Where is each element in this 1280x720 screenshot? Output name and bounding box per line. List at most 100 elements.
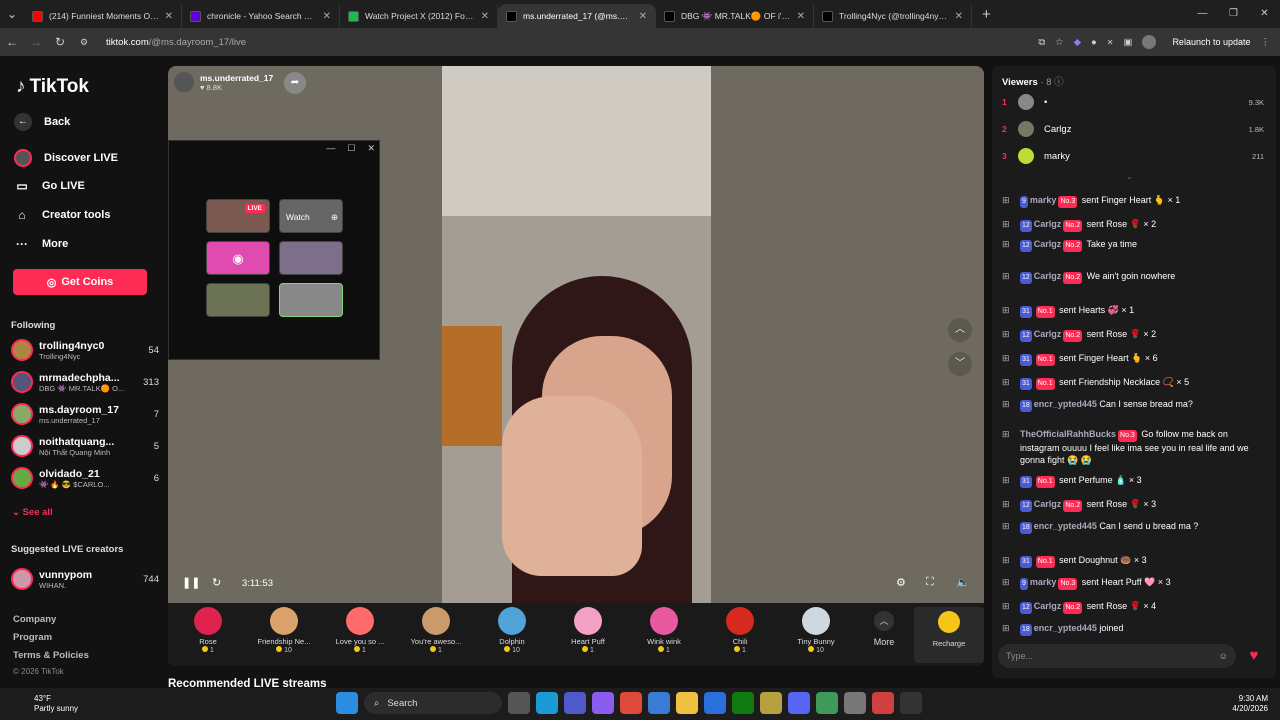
picture-in-picture-window[interactable]: — ☐ ✕ LIVE Watch ⊕ ◉	[168, 140, 380, 360]
volume-icon[interactable]: 🔈	[956, 576, 970, 589]
gift-item[interactable]: Heart Puff 1	[553, 607, 623, 654]
gift-item[interactable]: Love you so ... 1	[325, 607, 395, 654]
live-player[interactable]: ms.underrated_17 ♥ 8.8K ➦ — ☐ ✕ LIVE Watch ⊕…	[168, 66, 984, 666]
reload-icon[interactable]: ↻	[48, 35, 72, 49]
extension-icon-3[interactable]: ✕	[1107, 38, 1114, 47]
fullscreen-icon[interactable]: ⛶	[926, 576, 934, 589]
chat-input[interactable]: Type... ☺	[998, 644, 1236, 668]
open-in-app-icon[interactable]: ⧉	[1038, 37, 1045, 48]
next-stream-button[interactable]: ﹀	[948, 352, 972, 376]
extension-icon[interactable]: ◆	[1074, 37, 1081, 48]
gift-item[interactable]: You're aweso... 1	[401, 607, 471, 654]
popup-minimize-icon[interactable]: —	[326, 143, 335, 154]
chat-username[interactable]: TheOfficialRahhBucks	[1020, 429, 1116, 439]
browser-tab[interactable]: Watch Project X (2012) For Free ✕	[340, 4, 498, 28]
close-tab-icon[interactable]: ✕	[323, 11, 331, 22]
app-icon[interactable]	[760, 692, 782, 714]
close-tab-icon[interactable]: ✕	[797, 11, 805, 22]
back-nav-icon[interactable]: ←	[0, 35, 24, 49]
chrome-icon[interactable]	[620, 692, 642, 714]
gift-item[interactable]: Rose 1	[173, 607, 243, 654]
following-item[interactable]: olvidado_21 👾 🔥 😎 $CARLO... 6	[11, 464, 159, 492]
following-item[interactable]: mrmadechpha... DBG 👾 MR.TALK🟠 O... 313	[11, 368, 159, 396]
edge-icon[interactable]	[536, 692, 558, 714]
weather-widget[interactable]: 43°F Partly sunny	[34, 694, 78, 714]
start-windows-icon[interactable]	[336, 692, 358, 714]
chat-username[interactable]: marky	[1030, 195, 1057, 205]
following-item[interactable]: ms.dayroom_17 ms.underrated_17 7	[11, 400, 159, 428]
epic-games-icon[interactable]	[900, 692, 922, 714]
file-explorer-icon[interactable]	[676, 692, 698, 714]
refresh-icon[interactable]: ↻	[212, 576, 221, 589]
chat-username[interactable]: Carlgz	[1034, 329, 1062, 339]
get-coins-button[interactable]: ◎ Get Coins	[13, 269, 147, 295]
viewer-row[interactable]: 2 Carlgz 1.8K	[1002, 119, 1264, 139]
pause-icon[interactable]: ❚❚	[182, 576, 200, 589]
teams-icon[interactable]	[564, 692, 586, 714]
store-icon[interactable]	[648, 692, 670, 714]
footer-company[interactable]: Company	[13, 614, 56, 625]
nav-go-live[interactable]: ▭ Go LIVE	[14, 179, 84, 193]
discord-taskbar-icon[interactable]	[788, 692, 810, 714]
streamer-info[interactable]: ms.underrated_17 ♥ 8.8K	[174, 72, 273, 92]
back-link[interactable]: ← Back	[14, 113, 70, 131]
footer-terms[interactable]: Terms & Policies	[13, 650, 89, 661]
viewer-row[interactable]: 3 marky 211	[1002, 146, 1264, 166]
info-icon[interactable]: ⓘ	[1054, 77, 1064, 88]
discord-tile[interactable]: ◉	[206, 241, 270, 275]
game-tile[interactable]	[206, 283, 270, 317]
capcut-icon[interactable]	[704, 692, 726, 714]
close-tab-icon[interactable]: ✕	[165, 11, 173, 22]
chat-username[interactable]: Carlgz	[1034, 219, 1062, 229]
live-preview-tile[interactable]: LIVE	[206, 199, 270, 233]
system-clock[interactable]: 9:30 AM 4/20/2026	[1232, 694, 1268, 714]
send-heart-icon[interactable]: ♥	[1244, 646, 1264, 666]
gift-item[interactable]: Friendship Ne... 10	[249, 607, 319, 654]
settings-taskbar-icon[interactable]	[844, 692, 866, 714]
tab-search-icon[interactable]: ⌄	[0, 7, 24, 21]
live-video[interactable]	[442, 66, 711, 603]
xbox-icon[interactable]	[732, 692, 754, 714]
suggested-creator[interactable]: vunnypom WIHAN. 744	[11, 565, 159, 593]
nav-more[interactable]: ··· More	[14, 237, 68, 251]
footer-program[interactable]: Program	[13, 632, 52, 643]
viewer-row[interactable]: 1 • 9.3K	[1002, 92, 1264, 112]
chat-username[interactable]: Carlgz	[1034, 239, 1062, 249]
close-tab-icon[interactable]: ✕	[481, 11, 489, 22]
task-view-icon[interactable]	[508, 692, 530, 714]
restore-icon[interactable]: ❐	[1218, 0, 1249, 28]
menu-kebab-icon[interactable]: ⋮	[1261, 37, 1271, 48]
profile-avatar[interactable]	[1142, 35, 1157, 49]
settings-icon[interactable]: ⚙	[896, 576, 906, 589]
copilot-icon[interactable]	[592, 692, 614, 714]
gift-item[interactable]: Wink wink 1	[629, 607, 699, 654]
gift-item[interactable]: Tiny Bunny 10	[781, 607, 851, 654]
close-tab-icon[interactable]: ✕	[955, 11, 963, 22]
recharge-button[interactable]: Recharge	[914, 607, 984, 663]
previous-stream-button[interactable]: ︿	[948, 318, 972, 342]
chat-username[interactable]: Carlgz	[1034, 271, 1062, 281]
close-tab-icon[interactable]: ✕	[639, 11, 647, 22]
share-icon[interactable]: ➦	[284, 72, 306, 94]
relaunch-button[interactable]: Relaunch to update	[1172, 37, 1250, 47]
gift-item[interactable]: Chili 1	[705, 607, 775, 654]
browser-tab[interactable]: DBG 👾 MR.TALK🟠 OF i'y Di ✕	[656, 4, 814, 28]
chat-username[interactable]: Carlgz	[1034, 499, 1062, 509]
avatar-tile[interactable]	[279, 241, 343, 275]
chat-username[interactable]: marky	[1030, 577, 1057, 587]
minimize-icon[interactable]: —	[1187, 0, 1218, 28]
url-field[interactable]: tiktok.com/@ms.dayroom_17/live	[106, 37, 1038, 48]
extensions-puzzle-icon[interactable]: ▣	[1123, 37, 1132, 48]
browser-tab[interactable]: (214) Funniest Moments On Po... ✕	[24, 4, 182, 28]
gift-more-button[interactable]: ︿ More	[849, 607, 919, 647]
extension-icon-2[interactable]: ●	[1091, 37, 1097, 48]
watch-tile[interactable]: Watch ⊕	[279, 199, 343, 233]
browser-tab[interactable]: Trolling4Nyc (@trolling4nyc... ✕	[814, 4, 972, 28]
chat-username[interactable]: encr_ypted445	[1034, 521, 1097, 531]
chrome-alt-icon[interactable]	[872, 692, 894, 714]
popup-close-icon[interactable]: ✕	[367, 143, 375, 154]
chat-username[interactable]: encr_ypted445	[1034, 623, 1097, 633]
emoji-icon[interactable]: ☺	[1219, 644, 1228, 668]
tiktok-logo[interactable]: ♪ TikTok	[16, 76, 89, 98]
viewers-heading[interactable]: Viewers · 8 ⓘ	[1002, 74, 1064, 88]
